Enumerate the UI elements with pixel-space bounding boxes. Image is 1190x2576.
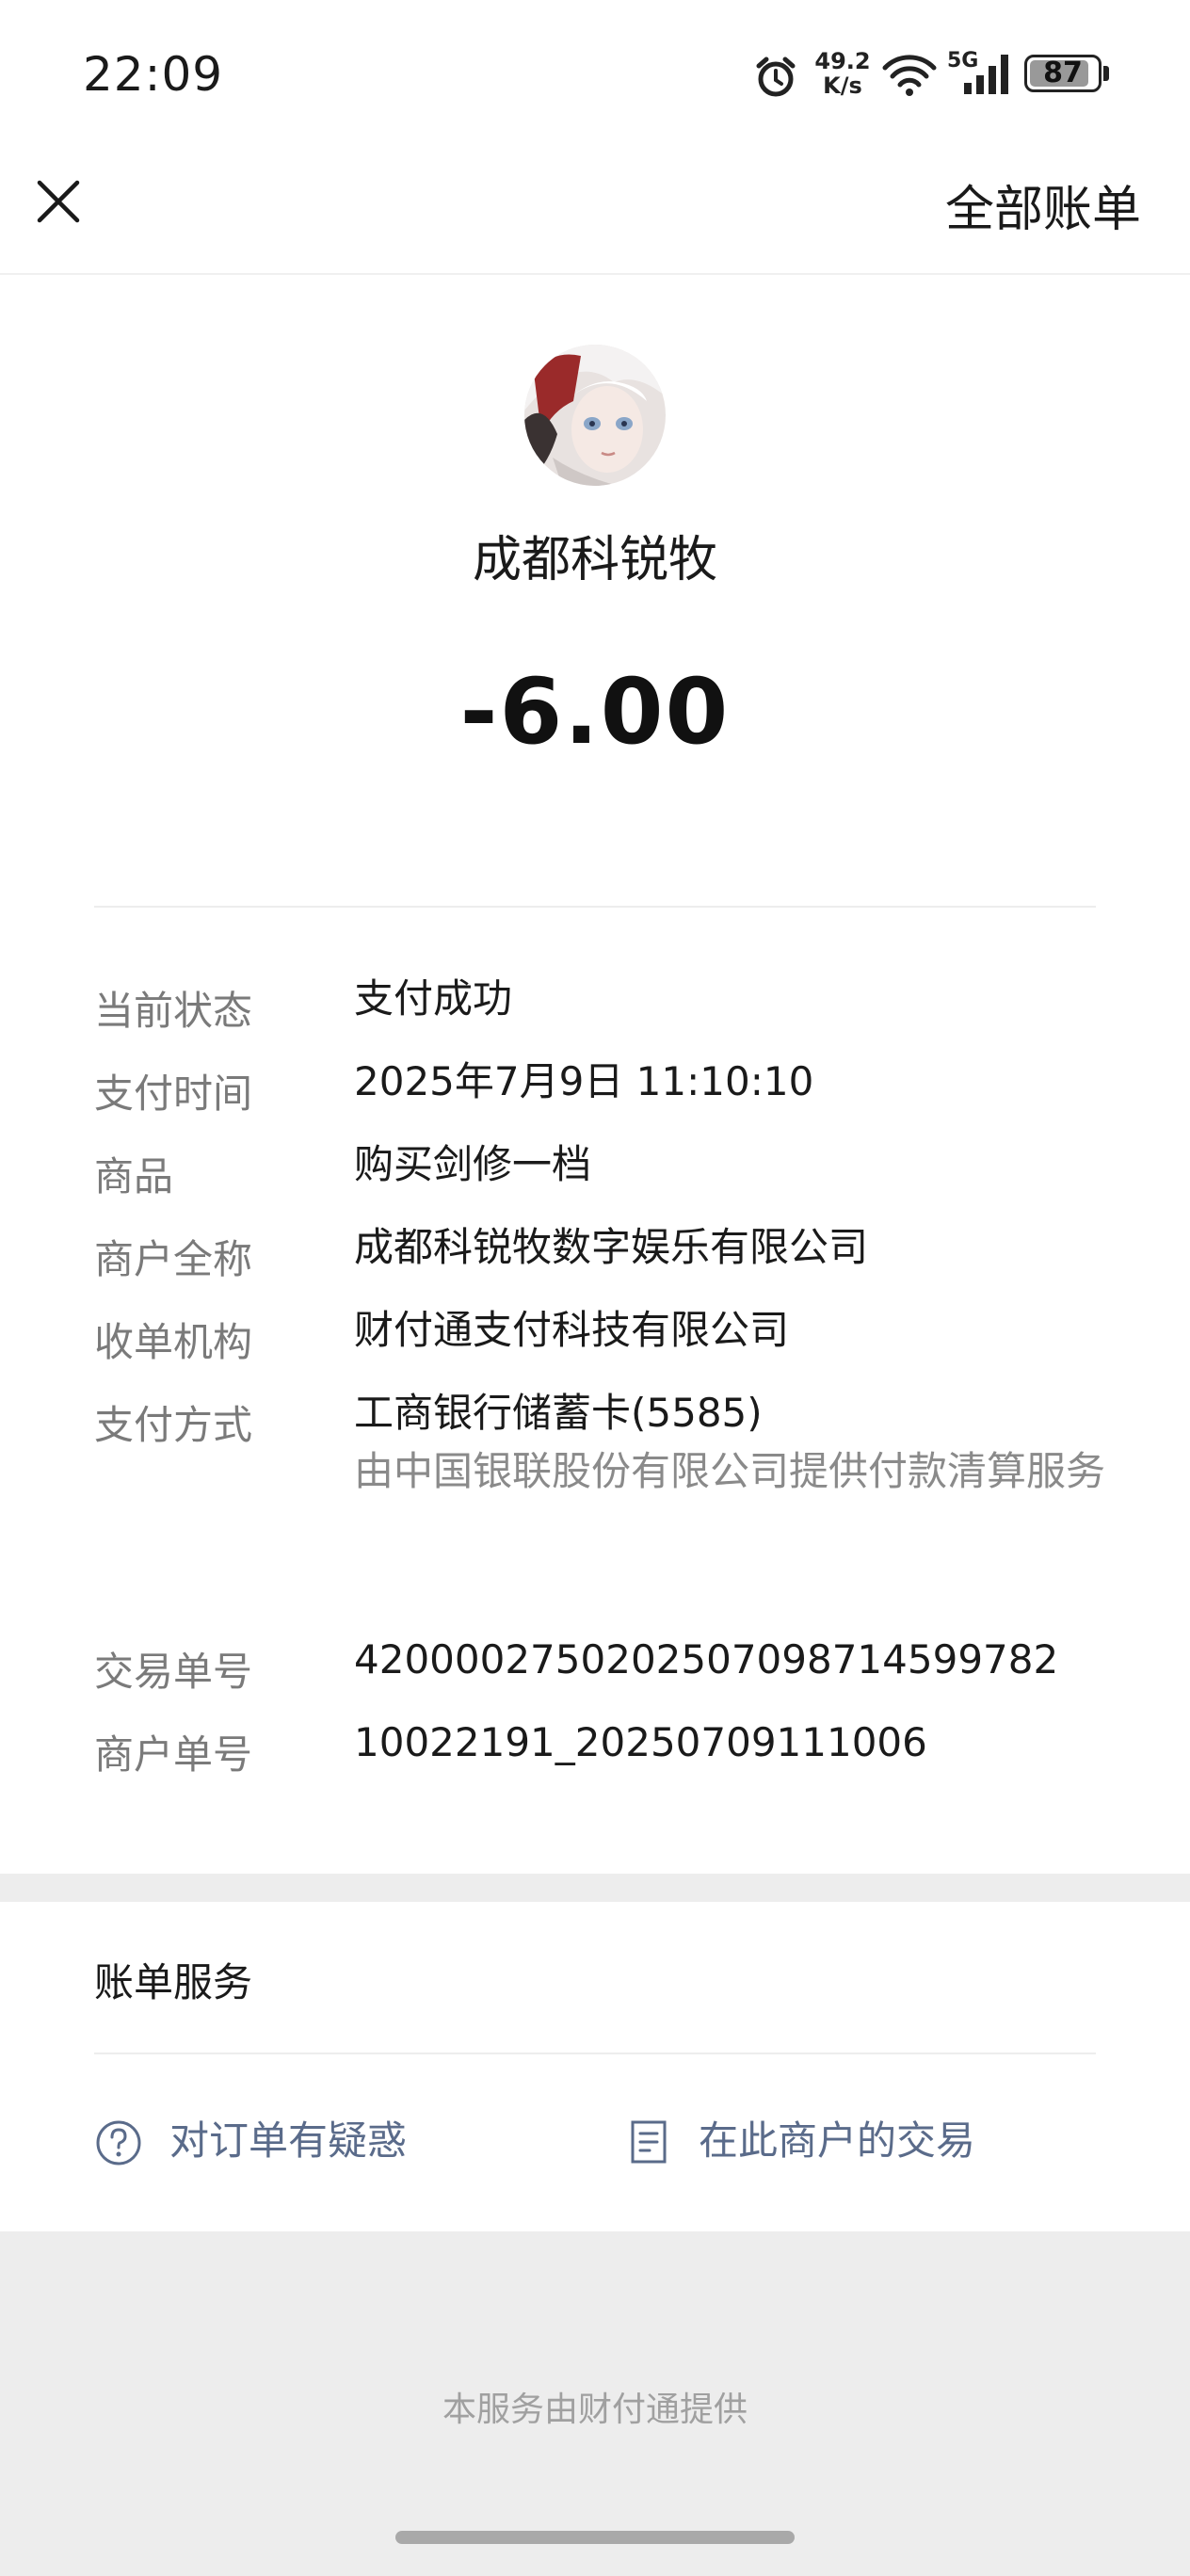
close-icon[interactable] (36, 179, 81, 224)
alarm-icon (756, 56, 796, 97)
status-bar: 22:09 49.2 K/s 5G 87 (0, 0, 1190, 151)
payment-clearing-note: 由中国银联股份有限公司提供付款清算服务 (354, 1448, 1106, 1494)
detail-label: 支付时间 (94, 1071, 253, 1117)
network-speed: 49.2 K/s (813, 49, 872, 98)
status-time: 22:09 (83, 47, 224, 102)
transaction-amount: -6.00 (459, 659, 731, 765)
detail-label: 商户全称 (94, 1236, 253, 1282)
battery-percent: 87 (1043, 56, 1083, 89)
detail-value: 成都科锐牧数字娱乐有限公司 (354, 1224, 869, 1270)
divider (94, 2053, 1096, 2054)
document-list-icon (631, 2120, 667, 2164)
signal-icon (964, 55, 1008, 94)
bill-detail-panel: 22:09 49.2 K/s 5G 87 全部账单 成都科锐牧 -6.00 当前… (0, 0, 1190, 1874)
detail-value: 购买剑修一档 (354, 1141, 592, 1187)
question-circle-icon (96, 2120, 141, 2165)
services-title: 账单服务 (94, 1959, 253, 2005)
network-speed-unit: K/s (823, 72, 862, 99)
order-question-label: 对订单有疑惑 (169, 2117, 408, 2164)
detail-value: 支付成功 (354, 975, 513, 1022)
detail-value[interactable]: 4200002750202507098714599782 (354, 1631, 1182, 1689)
section-gap (0, 1874, 1190, 1902)
battery-icon: 87 (1024, 55, 1102, 92)
nav-bar: 全部账单 (0, 151, 1190, 275)
detail-value: 财付通支付科技有限公司 (354, 1307, 790, 1353)
detail-label: 当前状态 (94, 988, 253, 1034)
detail-label: 商品 (94, 1153, 174, 1199)
detail-label: 收单机构 (94, 1319, 253, 1365)
service-provider-note: 本服务由财付通提供 (442, 2391, 748, 2429)
detail-label: 交易单号 (94, 1649, 253, 1695)
bill-services: 账单服务 对订单有疑惑 在此商户的交易 (0, 1902, 1190, 2231)
battery-cap (1103, 66, 1109, 81)
home-indicator[interactable] (395, 2531, 795, 2544)
avatar-image (524, 345, 666, 486)
all-bills-link[interactable]: 全部账单 (945, 169, 1141, 240)
detail-value[interactable]: 10022191_20250709111006 (354, 1714, 1182, 1772)
network-speed-value: 49.2 (814, 48, 871, 74)
detail-value: 工商银行储蓄卡(5585) (354, 1390, 763, 1436)
detail-label: 支付方式 (94, 1402, 253, 1448)
wifi-icon (882, 55, 937, 96)
merchant-transactions-label: 在此商户的交易 (699, 2117, 976, 2164)
merchant-name: 成都科锐牧 (472, 532, 717, 588)
merchant-avatar (524, 345, 666, 486)
divider (94, 906, 1096, 908)
detail-label: 商户单号 (94, 1731, 253, 1778)
detail-value: 2025年7月9日 11:10:10 (354, 1058, 814, 1104)
